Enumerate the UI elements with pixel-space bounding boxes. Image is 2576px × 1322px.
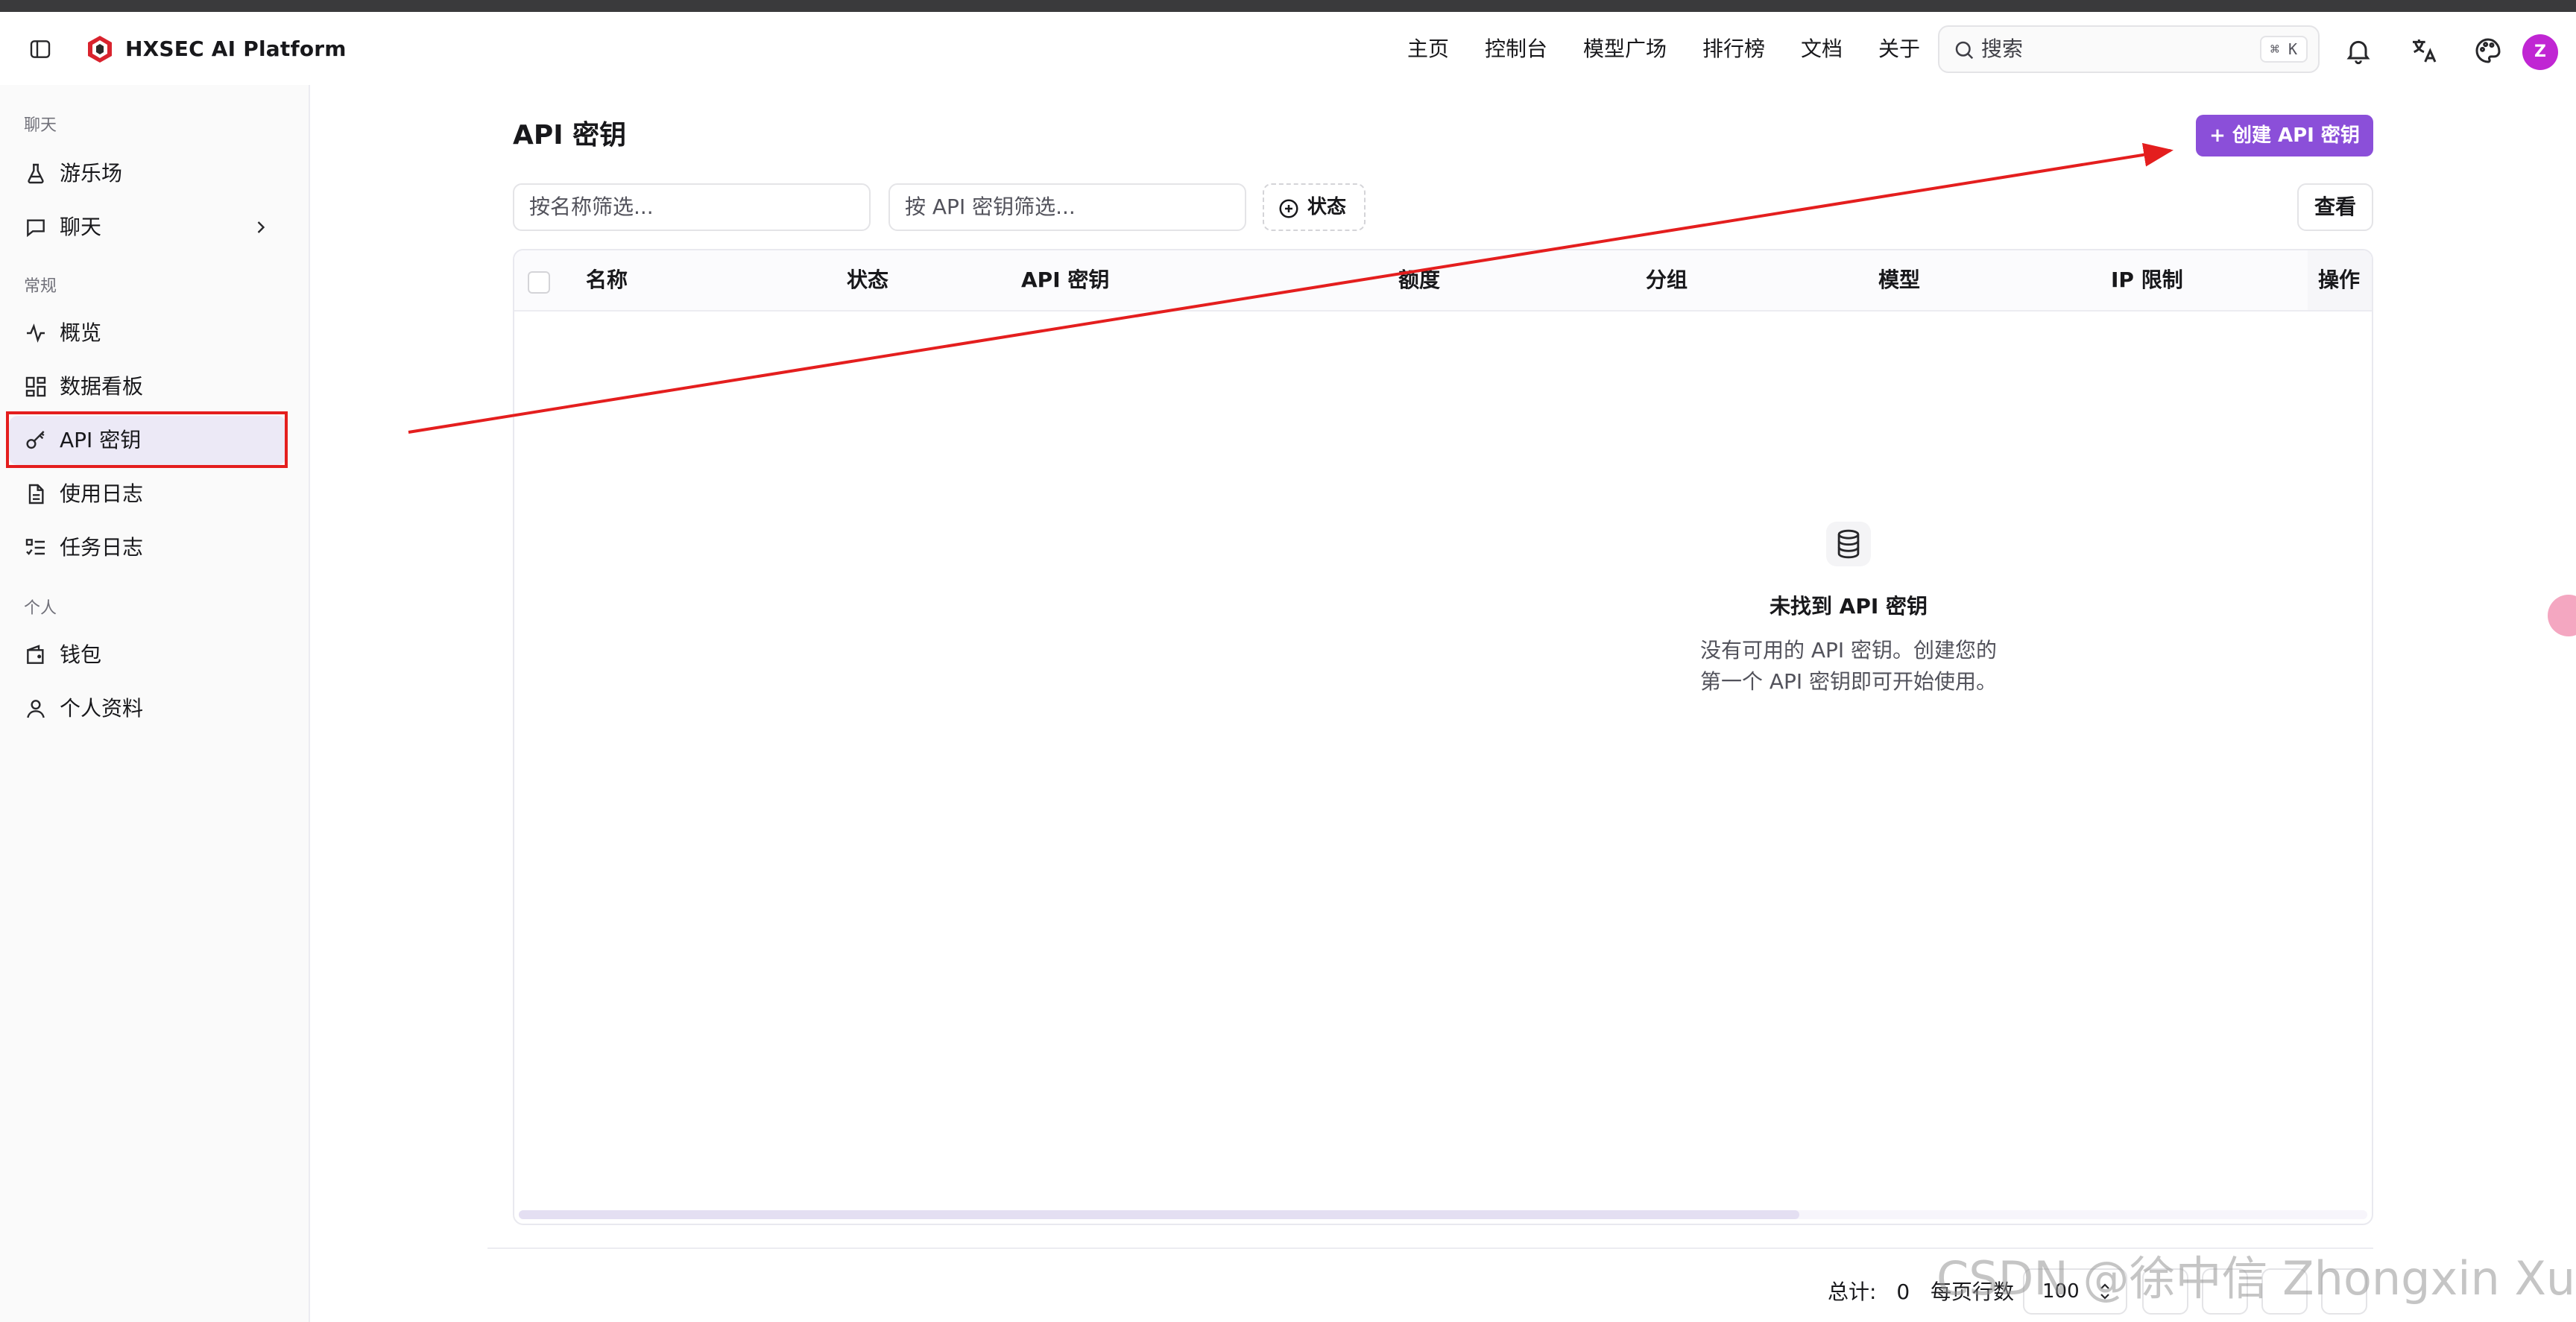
total-label: 总计: [1828, 1280, 1877, 1304]
document-icon [28, 484, 44, 505]
sidebar-group-general: 常规 [24, 277, 57, 296]
search-input[interactable]: 搜索 ⌘ K [1938, 25, 2320, 73]
status-filter-label: 状态 [1307, 196, 1347, 218]
footer-total: 总计: 0 [1828, 1277, 1910, 1307]
user-icon [27, 700, 45, 718]
empty-state-icon-wrap [1826, 522, 1871, 566]
column-name[interactable]: 名称 [586, 265, 628, 295]
sidebar-group-personal: 个人 [24, 599, 57, 618]
empty-state-line-1: 没有可用的 API 密钥。创建您的 [1699, 638, 1998, 662]
sidebar-item-wallet[interactable]: 钱包 [9, 630, 286, 680]
nav-leaderboard[interactable]: 排行榜 [1702, 34, 1765, 64]
sidebar-item-label: 数据看板 [60, 374, 144, 399]
create-api-key-button[interactable]: + 创建 API 密钥 [2196, 115, 2373, 156]
sidebar-item-label: 使用日志 [60, 481, 144, 506]
sidebar-group-chat: 聊天 [24, 116, 57, 135]
status-filter-button[interactable]: 状态 [1263, 183, 1366, 231]
floating-assistant-bubble[interactable] [2548, 595, 2576, 636]
app-header: HXSEC AI Platform 主页 控制台 模型广场 排行榜 文档 关于 … [0, 12, 2576, 85]
nav-console[interactable]: 控制台 [1485, 34, 1547, 64]
api-key-filter-input[interactable]: 按 API 密钥筛选... [888, 183, 1246, 231]
message-icon [27, 219, 45, 238]
brand-name[interactable]: HXSEC AI Platform [125, 34, 347, 64]
api-keys-table: 名称 状态 API 密钥 额度 分组 模型 IP 限制 操作 [513, 249, 2373, 1225]
flask-icon [28, 163, 44, 184]
brand-logo-icon [88, 36, 112, 63]
search-placeholder: 搜索 [1981, 37, 2024, 61]
sidebar-item-label: 个人资料 [60, 696, 144, 721]
view-options-button[interactable]: 查看 [2297, 183, 2373, 231]
sidebar-item-profile[interactable]: 个人资料 [9, 684, 286, 733]
sidebar-toggle-icon[interactable] [28, 37, 52, 61]
sidebar-item-label: 概览 [60, 320, 102, 345]
column-actions: 操作 [2318, 268, 2361, 292]
name-filter-input[interactable]: 按名称筛选... [513, 183, 871, 231]
sidebar-item-label: 游乐场 [60, 161, 123, 186]
sidebar-item-usage-logs[interactable]: 使用日志 [9, 469, 286, 519]
bell-icon[interactable] [2343, 36, 2373, 66]
sidebar-item-label: 聊天 [60, 215, 102, 239]
annotation-highlight-box [6, 411, 288, 468]
chevron-right-icon [257, 221, 265, 233]
plus-icon: + [2209, 124, 2232, 147]
sidebar-item-chat[interactable]: 聊天 [9, 203, 286, 252]
column-api-key[interactable]: API 密钥 [1021, 265, 1109, 295]
empty-state-title: 未找到 API 密钥 [1769, 594, 1928, 619]
csdn-watermark: CSDN @徐中信 Zhongxin Xu [1936, 1251, 2576, 1306]
plus-circle-icon [1279, 199, 1298, 218]
list-check-icon [25, 539, 45, 555]
sidebar-item-dashboard[interactable]: 数据看板 [9, 362, 286, 411]
nav-model-square[interactable]: 模型广场 [1583, 34, 1667, 64]
sidebar: 聊天 游乐场 聊天 常规 概览 数据看板 API 密钥 使用日志 任务日志 个人… [0, 85, 310, 1322]
avatar[interactable]: Z [2522, 34, 2558, 70]
table-header: 名称 状态 API 密钥 额度 分组 模型 IP 限制 操作 [514, 250, 2372, 311]
sidebar-item-overview[interactable]: 概览 [9, 309, 286, 358]
empty-state-line-2: 第一个 API 密钥即可开始使用。 [1699, 669, 1998, 694]
translate-icon[interactable] [2409, 36, 2439, 66]
nav-docs[interactable]: 文档 [1801, 34, 1843, 64]
select-all-checkbox[interactable] [528, 271, 550, 294]
window-top-strip [0, 0, 2576, 12]
horizontal-scrollbar-thumb[interactable] [519, 1210, 1799, 1219]
search-icon [1955, 41, 1974, 60]
column-status[interactable]: 状态 [847, 265, 888, 295]
create-api-key-label: 创建 API 密钥 [2232, 124, 2360, 147]
sidebar-item-task-logs[interactable]: 任务日志 [9, 523, 286, 572]
column-quota[interactable]: 额度 [1398, 265, 1440, 295]
palette-icon[interactable] [2473, 36, 2503, 66]
dashboard-icon [25, 376, 46, 397]
database-icon [1837, 529, 1860, 559]
column-ip-limit[interactable]: IP 限制 [2111, 265, 2183, 295]
wallet-icon [27, 645, 44, 664]
column-group[interactable]: 分组 [1646, 265, 1688, 295]
nav-about[interactable]: 关于 [1878, 34, 1920, 64]
sidebar-item-label: 任务日志 [60, 535, 144, 560]
empty-state-description: 没有可用的 API 密钥。创建您的 第一个 API 密钥即可开始使用。 [1640, 635, 2057, 698]
sidebar-item-playground[interactable]: 游乐场 [9, 149, 286, 198]
nav-home[interactable]: 主页 [1407, 34, 1449, 64]
column-models[interactable]: 模型 [1878, 265, 1920, 295]
sidebar-item-label: 钱包 [60, 642, 102, 667]
search-shortcut: ⌘ K [2259, 36, 2308, 63]
activity-icon [27, 323, 45, 343]
total-value: 0 [1896, 1280, 1910, 1304]
page-title: API 密钥 [513, 120, 627, 151]
